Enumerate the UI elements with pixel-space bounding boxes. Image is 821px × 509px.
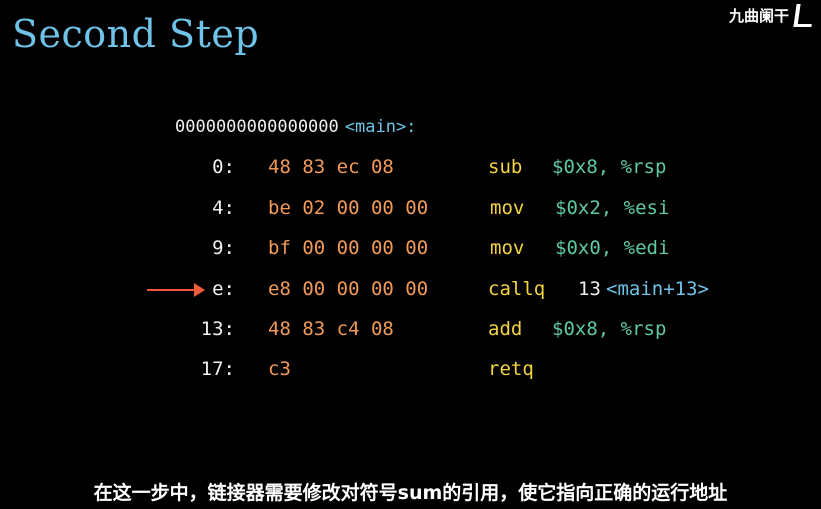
instruction-operands: $0x8, %rsp (552, 318, 667, 340)
instruction-row: 17: c3 retq (0, 358, 821, 386)
instruction-mnemonic: retq (488, 358, 534, 380)
instruction-mnemonic: callq (488, 278, 546, 300)
instruction-offset: 9: (212, 237, 235, 259)
instruction-offset: e: (212, 278, 235, 300)
instruction-row: 0: 48 83 ec 08 sub $0x8, %rsp (0, 156, 821, 184)
call-target-address: 13 (578, 278, 601, 300)
function-address: 0000000000000000 (175, 117, 339, 137)
instruction-mnemonic: add (488, 318, 523, 340)
instruction-bytes: e8 00 00 00 00 (268, 278, 429, 300)
instruction-bytes: c3 (268, 358, 291, 380)
instruction-offset: 13: (200, 318, 235, 340)
bracket-logo-icon (793, 4, 815, 27)
instruction-bytes: 48 83 ec 08 (268, 156, 394, 178)
watermark: 九曲阑干 (728, 4, 815, 27)
function-header: 0000000000000000 <main>: (175, 117, 416, 137)
call-target-label: <main+13> (606, 278, 709, 300)
instruction-row: 4: be 02 00 00 00 mov $0x2, %esi (0, 197, 821, 225)
instruction-bytes: be 02 00 00 00 (268, 197, 429, 219)
instruction-row-highlighted: e: e8 00 00 00 00 callq 13 <main+13> (0, 278, 821, 306)
slide-title: Second Step (12, 12, 260, 56)
instruction-row: 9: bf 00 00 00 00 mov $0x0, %edi (0, 237, 821, 265)
instruction-operands: $0x8, %rsp (552, 156, 667, 178)
watermark-text: 九曲阑干 (728, 7, 789, 25)
instruction-bytes: 48 83 c4 08 (268, 318, 394, 340)
instruction-mnemonic: sub (488, 156, 523, 178)
instruction-operands: $0x2, %esi (555, 197, 670, 219)
function-label: <main>: (344, 117, 417, 137)
instruction-mnemonic: mov (490, 197, 525, 219)
caption-subtitle: 在这一步中，链接器需要修改对符号sum的引用，使它指向正确的运行地址 (93, 482, 728, 504)
instruction-operands: $0x0, %edi (555, 237, 670, 259)
instruction-offset: 0: (212, 156, 235, 178)
instruction-offset: 4: (212, 197, 235, 219)
instruction-offset: 17: (200, 358, 235, 380)
instruction-row: 13: 48 83 c4 08 add $0x8, %rsp (0, 318, 821, 346)
instruction-mnemonic: mov (490, 237, 525, 259)
instruction-bytes: bf 00 00 00 00 (268, 237, 429, 259)
